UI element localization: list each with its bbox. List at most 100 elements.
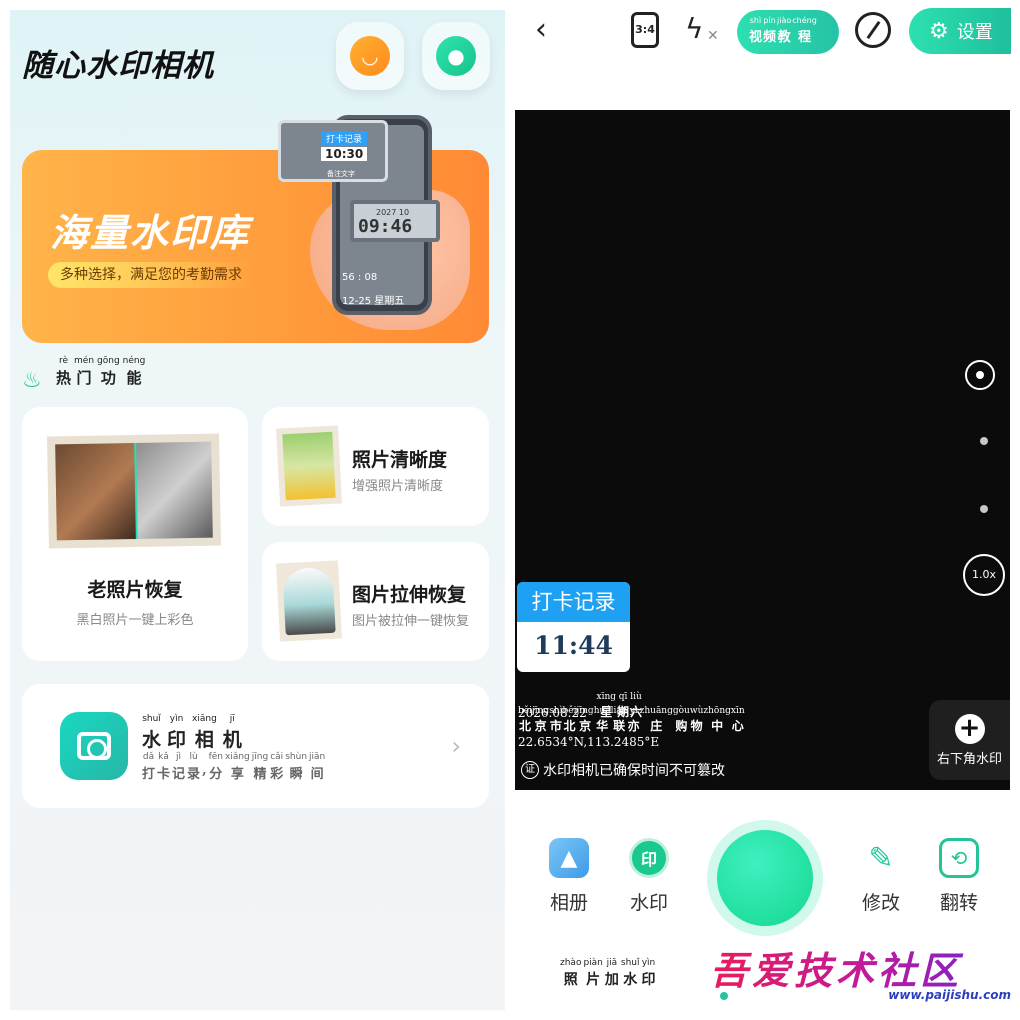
watermark-address: běi 北 jīng 京 shì 市 běi 北 jīng 京 huá 华 lián 联 yì 亦 zhuāng… — [518, 706, 745, 734]
screen: 随心水印相机 ◡ ● 海量水印库 多种选择，满足您的考勤需求 打卡记录 10:3… — [0, 0, 1020, 1020]
ruby-char: yìn 印 — [641, 958, 656, 988]
ruby-char: zhuāng 庄 — [639, 706, 673, 733]
verify-seal-icon: 证 — [521, 761, 539, 779]
ruby-char: xiāng 相 — [192, 714, 217, 751]
video-tutorial-label: shì 视 pín 频 jiào 教 chéng 程 — [749, 16, 817, 45]
focus-target-icon[interactable] — [965, 360, 995, 390]
ruby-char: jīng 京 — [576, 706, 594, 733]
ruby-char: běi 北 — [562, 706, 577, 733]
watermark-label: 水印 — [629, 892, 668, 914]
punch-card-tag: 打卡记录 — [321, 131, 368, 146]
punch-card-illustration: 打卡记录 10:30 备注文字 — [278, 120, 388, 182]
ruby-char: gōng 功 — [97, 356, 120, 387]
lcd-clock-illustration: 2027 10 09:46 — [350, 200, 440, 242]
ruby-char: yì 亦 — [627, 706, 640, 733]
ruby-char: dǎ 打 — [142, 752, 156, 782]
ruby-char: wù 物 — [689, 706, 704, 733]
corner-watermark-label: 右下角水印 — [936, 752, 1002, 767]
flame-icon: ♨ — [22, 368, 42, 393]
message-bubble-icon: ◡ — [350, 36, 390, 76]
chevron-right-icon: › — [451, 732, 461, 760]
video-tutorial-button[interactable]: shì 视 pín 频 jiào 教 chéng 程 — [737, 10, 839, 54]
ruby-char: lián 联 — [610, 706, 628, 733]
edit-button[interactable]: ✎ 修改 — [851, 838, 911, 915]
watermark-card[interactable]: 打卡记录 11:44 — [517, 582, 630, 672]
ruby-char: chéng 程 — [792, 16, 817, 45]
watermark-coordinates: 22.6534°N,113.2485°E — [518, 735, 660, 749]
aspect-ratio-button[interactable]: 3:4 — [631, 12, 659, 48]
home-panel: 随心水印相机 ◡ ● 海量水印库 多种选择，满足您的考勤需求 打卡记录 10:3… — [10, 10, 505, 1010]
camera-tile-title: shuǐ 水 yìn 印 xiāng 相 jī 机 — [142, 714, 242, 752]
sharpness-subtitle: 增强照片清晰度 — [352, 479, 444, 494]
ruby-char: jīng 精 — [251, 752, 269, 782]
flip-label: 翻转 — [939, 892, 978, 914]
ruby-char: běi 北 — [518, 706, 532, 733]
settings-button[interactable]: ⚙ 设置 — [909, 8, 1011, 54]
camera-flip-icon: ⟲ — [939, 838, 979, 878]
flip-camera-button[interactable]: ⟲ 翻转 — [929, 838, 989, 915]
ruby-char: zhào 照 — [560, 958, 582, 988]
ruby-char: piàn 片 — [583, 958, 603, 988]
shutter-button[interactable] — [707, 820, 823, 936]
watermark-time: 11:44 — [534, 631, 613, 660]
watermark-verify-note: 证 水印相机已确保时间不可篡改 — [521, 760, 725, 780]
flash-icon[interactable]: ϟ — [685, 12, 703, 45]
ruby-char: shì 视 — [749, 16, 763, 45]
ruby-char: pín 频 — [763, 16, 777, 45]
camera-viewfinder[interactable]: 1.0x 打卡记录 11:44 2026.08.22 xīng 星 qī 期 liù 六 … — [515, 110, 1010, 790]
old-photo-restore-tile[interactable]: 老照片恢复 黑白照片一键上彩色 — [22, 407, 248, 661]
mode-photo-watermark[interactable]: zhào 照 piàn 片 jiā 加 shuǐ 水 yìn 印 — [560, 958, 656, 989]
ruby-char: zhōng 中 — [703, 706, 731, 733]
ruby-char: lù 录 — [187, 752, 201, 782]
watermark-tag: 打卡记录 — [517, 582, 630, 622]
pencil-icon: ✎ — [868, 840, 894, 876]
punch-card-time: 10:30 — [321, 147, 368, 161]
corner-watermark-button[interactable]: + 右下角水印 — [929, 700, 1010, 780]
banner-subtitle: 多种选择，满足您的考勤需求 — [48, 262, 254, 288]
ruby-char: cǎi 彩 — [270, 752, 284, 782]
lcd-time: 09:46 — [358, 216, 413, 237]
ruby-char: jiā 加 — [604, 958, 619, 988]
app-title: 随心水印相机 — [22, 48, 214, 84]
punch-card-note: 备注文字 — [327, 170, 355, 178]
ruby-char: , — [202, 763, 207, 778]
compass-icon[interactable] — [855, 12, 891, 48]
zoom-button[interactable]: 1.0x — [963, 554, 1005, 596]
watermark-camera-tile[interactable]: shuǐ 水 yìn 印 xiāng 相 jī 机 dǎ 打 kǎ 卡 jì 记 lù 录 , fēn 分 xiǎ… — [22, 684, 489, 808]
ruby-char: rè 热 — [56, 356, 72, 387]
sharpness-title: 照片清晰度 — [352, 449, 448, 471]
message-button[interactable]: ◡ — [336, 22, 404, 90]
watermark-button[interactable]: 印 水印 — [619, 838, 679, 915]
plus-icon: + — [954, 714, 985, 744]
ruby-char: jī 机 — [222, 714, 242, 751]
ruby-char: xīn 心 — [730, 706, 745, 733]
image-icon: ▲ — [549, 838, 589, 878]
ruby-char: huá 华 — [593, 706, 611, 733]
ruby-char: mén 门 — [74, 356, 95, 387]
banner-title: 海量水印库 — [50, 211, 251, 255]
ruby-char: néng 能 — [122, 356, 146, 387]
album-button[interactable]: ▲ 相册 — [539, 838, 599, 915]
photo-sharpness-tile[interactable]: 照片清晰度 增强照片清晰度 — [262, 407, 489, 526]
hot-features-title: rè 热 mén 门 gōng 功 néng 能 — [56, 356, 145, 388]
stamp-icon: 印 — [629, 838, 669, 878]
profile-button[interactable]: ● — [422, 22, 490, 90]
gear-icon: ⚙ — [929, 18, 949, 44]
camera-icon — [60, 712, 128, 780]
stretch-subtitle: 图片被拉伸一键恢复 — [352, 614, 470, 629]
user-profile-icon: ● — [436, 36, 476, 76]
ruby-char: jiān 间 — [309, 752, 326, 782]
site-logo-text: 吾爱技术社区 — [710, 940, 1015, 995]
indicator-dot — [980, 505, 988, 513]
settings-label: 设置 — [956, 22, 993, 43]
ruby-char: kǎ 卡 — [157, 752, 171, 782]
back-arrow-icon[interactable]: ‹ — [535, 12, 547, 47]
flash-off-mark-icon: ✕ — [707, 28, 719, 44]
ruby-char: xiǎng 享 — [225, 752, 250, 782]
indicator-dot — [980, 437, 988, 445]
ruby-char: shùn 瞬 — [285, 752, 308, 782]
ruby-char: yìn 印 — [167, 714, 187, 751]
ruby-char: gòu 购 — [672, 706, 690, 733]
site-logo-url: www.paijishu.com — [888, 988, 1011, 1002]
stretch-restore-tile[interactable]: 图片拉伸恢复 图片被拉伸一键恢复 — [262, 542, 489, 661]
